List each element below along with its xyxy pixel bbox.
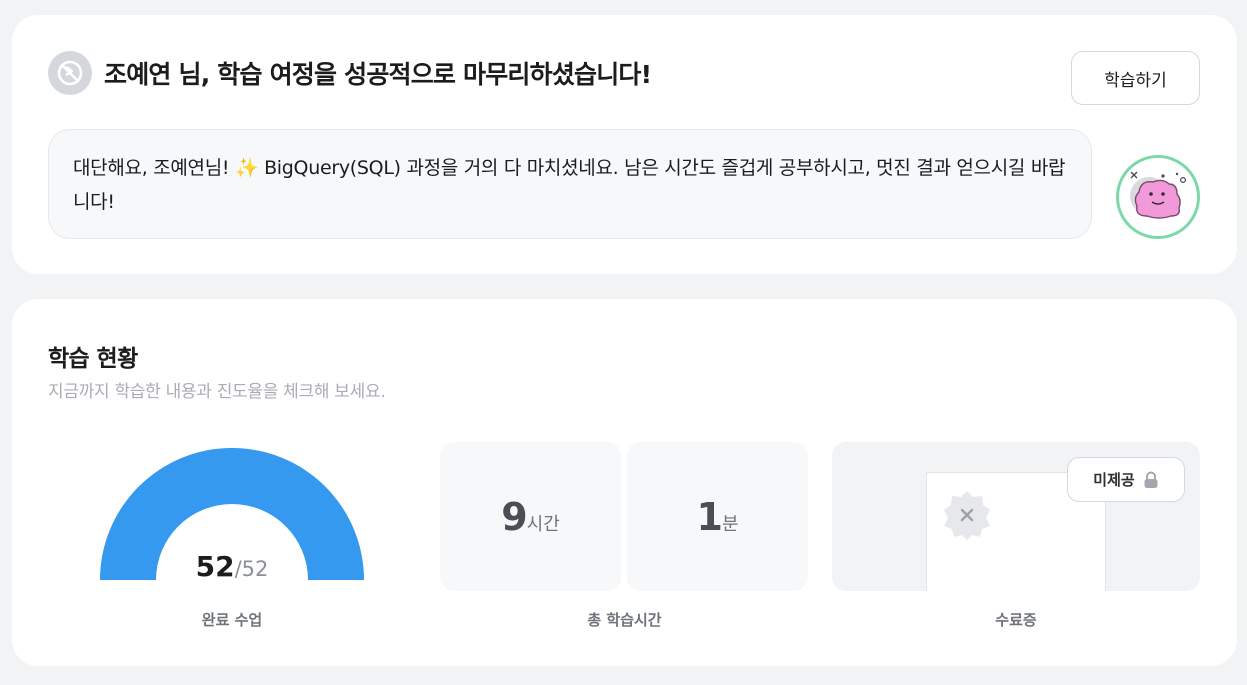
certificate-label: 수료증: [995, 611, 1037, 629]
completion-title: 조예연 님, 학습 여정을 성공적으로 마무리하셨습니다!: [104, 60, 652, 89]
study-hours: 9: [501, 494, 527, 539]
study-time-label: 총 학습시간: [587, 611, 662, 629]
study-minutes-unit: 분: [721, 513, 739, 535]
section-subtitle: 지금까지 학습한 내용과 진도율을 체크해 보세요.: [48, 382, 386, 402]
learn-button[interactable]: 학습하기: [1071, 51, 1200, 105]
completed-label: 완료 수업: [201, 611, 263, 629]
congratulation-message: 대단해요, 조예연님! ✨ BigQuery(SQL) 과정을 거의 다 마치셨…: [48, 129, 1092, 239]
completed-count: 52/52: [100, 550, 364, 583]
study-hours-box: 9 시간: [440, 442, 621, 591]
study-minutes-box: 1 분: [627, 442, 808, 591]
completion-card: 조예연 님, 학습 여정을 성공적으로 마무리하셨습니다! 학습하기 대단해요,…: [12, 15, 1237, 274]
study-minutes: 1: [696, 494, 722, 539]
not-issued-badge: 미제공: [1067, 457, 1185, 502]
lock-icon: [1144, 471, 1158, 488]
completed-total: /52: [234, 557, 269, 581]
ditto-avatar: [1116, 155, 1200, 239]
certificate-box: 미제공: [832, 442, 1200, 591]
not-issued-label: 미제공: [1093, 471, 1135, 489]
no-learning-badge-icon: [48, 51, 92, 95]
completed-done: 52: [195, 550, 235, 583]
completion-gauge: 52/52: [100, 447, 364, 583]
certificate-seal-icon: [944, 491, 990, 540]
study-hours-unit: 시간: [526, 513, 560, 535]
learning-status-card: 학습 현황 지금까지 학습한 내용과 진도율을 체크해 보세요. 52/52 완…: [12, 299, 1237, 666]
section-title: 학습 현황: [48, 346, 138, 372]
